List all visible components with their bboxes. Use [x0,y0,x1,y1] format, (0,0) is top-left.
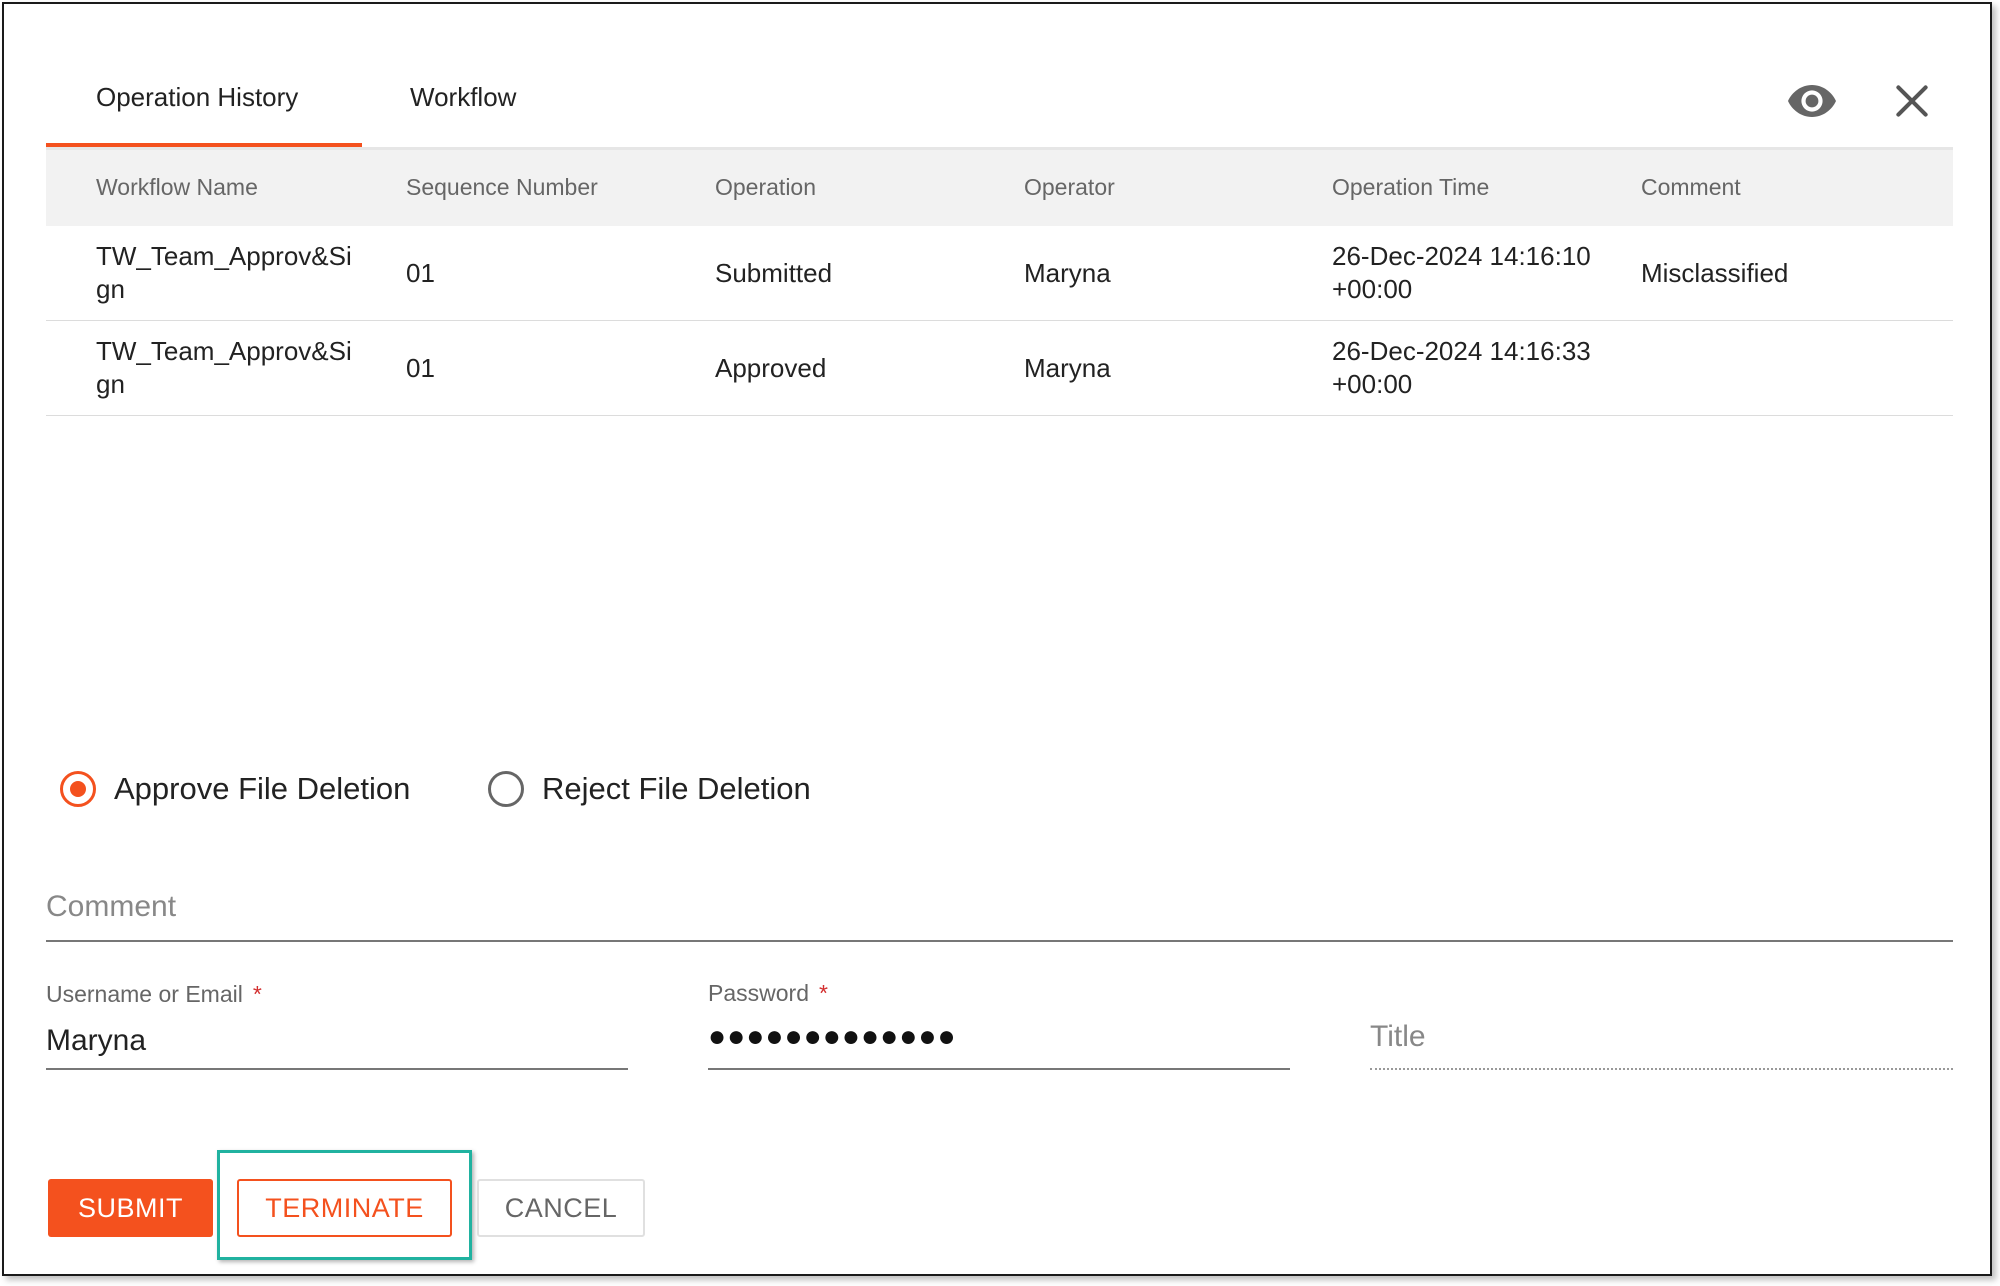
dialog-frame: Operation History Workflow Workflow Name… [2,2,1992,1276]
submit-button[interactable]: SUBMIT [48,1179,213,1237]
approve-file-deletion-label: Approve File Deletion [114,771,411,806]
reject-file-deletion-radio[interactable]: Reject File Deletion [488,767,811,811]
cell-operation: Approved [715,353,827,383]
comment-field[interactable]: Comment [46,884,1953,942]
column-header-workflow-name[interactable]: Workflow Name [96,174,258,201]
radio-selected-indicator [60,771,96,807]
column-header-comment[interactable]: Comment [1641,174,1741,201]
title-placeholder: Title [1370,1020,1426,1053]
cell-operation: Submitted [715,258,833,288]
cell-sequence-number: 01 [406,258,435,288]
column-header-sequence-number[interactable]: Sequence Number [406,174,598,201]
required-marker: * [252,981,262,1007]
password-label: Password * [708,980,828,1007]
cell-operation-time: 26-Dec-2024 14:16:33 +00:00 [1332,336,1591,399]
reject-file-deletion-label: Reject File Deletion [542,771,811,806]
password-field[interactable]: ●●●●●●●●●●●●● [708,1020,1290,1070]
table-row[interactable]: TW_Team_Approv&Sign 01 Submitted Maryna … [46,226,1953,321]
password-masked-value: ●●●●●●●●●●●●● [708,1020,957,1053]
terminate-button[interactable]: TERMINATE [237,1179,452,1237]
cell-operator: Maryna [1024,258,1111,288]
cell-sequence-number: 01 [406,353,435,383]
cell-comment: Misclassified [1641,258,1789,288]
tab-workflow[interactable]: Workflow [410,82,516,113]
close-icon[interactable] [1884,73,1940,129]
cell-workflow-name: TW_Team_Approv&Sign [96,241,352,304]
eye-icon[interactable] [1784,73,1840,129]
cell-workflow-name: TW_Team_Approv&Sign [96,336,352,399]
password-label-text: Password [708,980,809,1006]
approve-file-deletion-radio[interactable]: Approve File Deletion [60,767,410,811]
column-header-operator[interactable]: Operator [1024,174,1115,201]
tab-operation-history[interactable]: Operation History [96,82,298,113]
cell-operation-time: 26-Dec-2024 14:16:10 +00:00 [1332,241,1591,304]
column-header-operation-time[interactable]: Operation Time [1332,174,1489,201]
cancel-button[interactable]: CANCEL [477,1179,645,1237]
comment-placeholder: Comment [46,890,177,923]
username-label: Username or Email * [46,981,262,1008]
radio-unselected-indicator [488,771,524,807]
cell-operator: Maryna [1024,353,1111,383]
table-header: Workflow Name Sequence Number Operation … [46,150,1953,226]
username-label-text: Username or Email [46,981,243,1007]
title-field[interactable]: Title [1370,1014,1953,1070]
table-row[interactable]: TW_Team_Approv&Sign 01 Approved Maryna 2… [46,321,1953,416]
required-marker: * [818,980,828,1006]
username-field[interactable]: Maryna [46,1020,628,1070]
username-value: Maryna [46,1024,147,1057]
column-header-operation[interactable]: Operation [715,174,816,201]
